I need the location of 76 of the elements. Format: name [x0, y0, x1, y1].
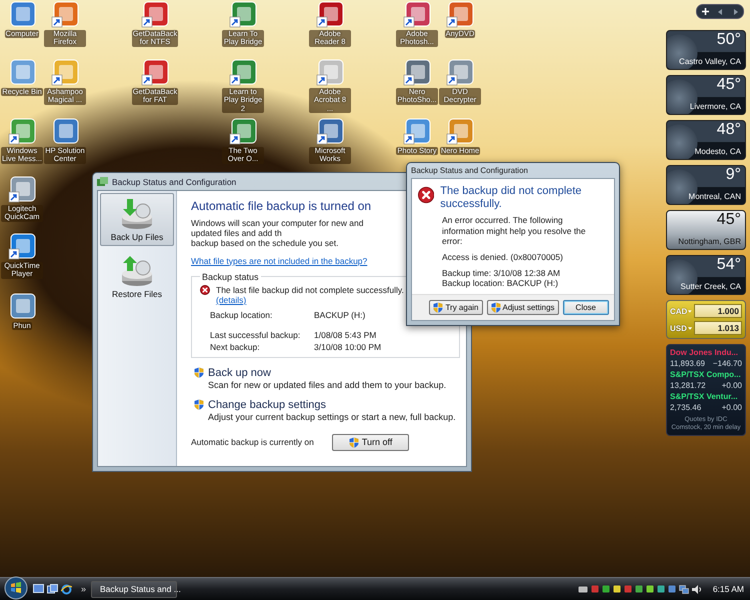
status-text: Automatic backup is currently on — [191, 437, 314, 448]
dialog-title: Backup Status and Configuration — [411, 166, 528, 175]
city-name: Castro Valley, CA — [679, 57, 741, 66]
city-name: Nottingham, GBR — [678, 237, 741, 246]
backup-app-icon — [97, 176, 108, 186]
shield-icon — [433, 302, 444, 312]
right-arrow-icon[interactable] — [733, 8, 738, 14]
dialog-button[interactable]: Close — [562, 300, 609, 314]
city-name: Livermore, CA — [690, 102, 741, 111]
drive-down-arrow-icon — [119, 197, 155, 231]
shield-icon — [194, 398, 204, 410]
temperature: 50° — [716, 32, 741, 48]
sidebar-item[interactable]: Restore Files — [100, 250, 174, 303]
start-button-icon[interactable] — [4, 576, 28, 600]
error-text: An error occurred. The following information might help you resolve the error: — [442, 215, 587, 246]
city-name: Sutter Creek, CA — [680, 282, 741, 291]
speaker-icon[interactable] — [692, 584, 702, 594]
stock-price: 2,735.46 — [670, 403, 702, 412]
stock-change: −146.70 — [712, 359, 742, 368]
network-icon[interactable] — [678, 584, 689, 594]
field-value: BACKUP (H:) — [314, 310, 366, 320]
window-switch-icon[interactable] — [47, 584, 58, 594]
shield-icon — [348, 436, 359, 448]
stock-price: 11,893.69 — [670, 359, 705, 368]
shield-icon — [194, 366, 204, 378]
field-value: 3/10/08 10:00 PM — [314, 342, 382, 352]
error-icon — [200, 284, 210, 295]
details-link[interactable]: (details) — [216, 294, 246, 305]
stock-name[interactable]: S&P/TSX Compo... — [670, 370, 742, 379]
field-label: Last successful backup: — [210, 330, 302, 340]
stock-name[interactable]: S&P/TSX Ventur... — [670, 392, 742, 401]
dialog-button[interactable]: Try again — [429, 300, 483, 314]
task-description: Adjust your current backup settings or start a new, full backup. — [208, 412, 456, 422]
city-name: Montreal, CAN — [688, 192, 741, 201]
dialog-button[interactable]: Adjust settings — [486, 300, 559, 314]
stock-change: +0.00 — [722, 403, 742, 412]
detail-text: Backup time: 3/10/08 12:38 AM — [442, 268, 562, 278]
sidebar-item[interactable]: Back Up Files — [100, 193, 174, 246]
stock-name[interactable]: Dow Jones Indu... — [670, 348, 742, 357]
caret-icon — [688, 310, 692, 312]
keyboard-icon[interactable] — [578, 586, 588, 592]
caret-icon — [688, 326, 692, 330]
temperature: 48° — [716, 122, 741, 138]
description-text: backup based on the schedule you set. — [191, 238, 340, 249]
task-link[interactable]: Back up now — [208, 366, 446, 379]
stock-change: +0.00 — [722, 381, 742, 390]
temperature: 45° — [716, 77, 741, 93]
field-value: 1/08/08 5:43 PM — [314, 330, 378, 340]
group-label: Backup status — [201, 272, 260, 282]
overflow-chevron[interactable]: » — [81, 584, 86, 594]
dialog-heading: The backup did not complete successfully. — [440, 185, 583, 212]
task-link[interactable]: Change backup settings — [208, 398, 456, 411]
temperature: 9° — [726, 167, 741, 183]
field-label: Backup location: — [210, 310, 274, 320]
detail-text: Backup location: BACKUP (H:) — [442, 278, 560, 288]
temperature: 45° — [716, 212, 741, 228]
clock[interactable]: 6:15 AM — [712, 584, 744, 594]
error-icon — [418, 185, 434, 205]
city-name: Modesto, CA — [694, 147, 741, 156]
status-message: The last file backup did not complete successfully. — [216, 284, 404, 295]
task-description: Scan for new or updated files and add them to your backup. — [208, 380, 446, 390]
stock-price: 13,281.72 — [670, 381, 706, 390]
drive-up-arrow-icon — [119, 254, 155, 288]
window-title: Backup Status and Configuration — [112, 176, 236, 186]
left-arrow-icon[interactable] — [718, 8, 724, 14]
help-link[interactable]: What file types are not included in the backup? — [191, 256, 368, 266]
desktop-icon[interactable] — [33, 584, 44, 594]
currency-value: 1.000 — [694, 304, 742, 318]
error-text: Access is denied. (0x80070005) — [442, 252, 564, 262]
turn-off-button[interactable]: Turn off — [332, 434, 410, 451]
field-label: Next backup: — [210, 342, 261, 352]
plus-icon[interactable] — [702, 8, 709, 15]
currency-value: 1.013 — [694, 321, 742, 335]
temperature: 54° — [716, 257, 741, 273]
shield-icon — [490, 302, 501, 312]
browser-icon[interactable] — [61, 584, 72, 594]
